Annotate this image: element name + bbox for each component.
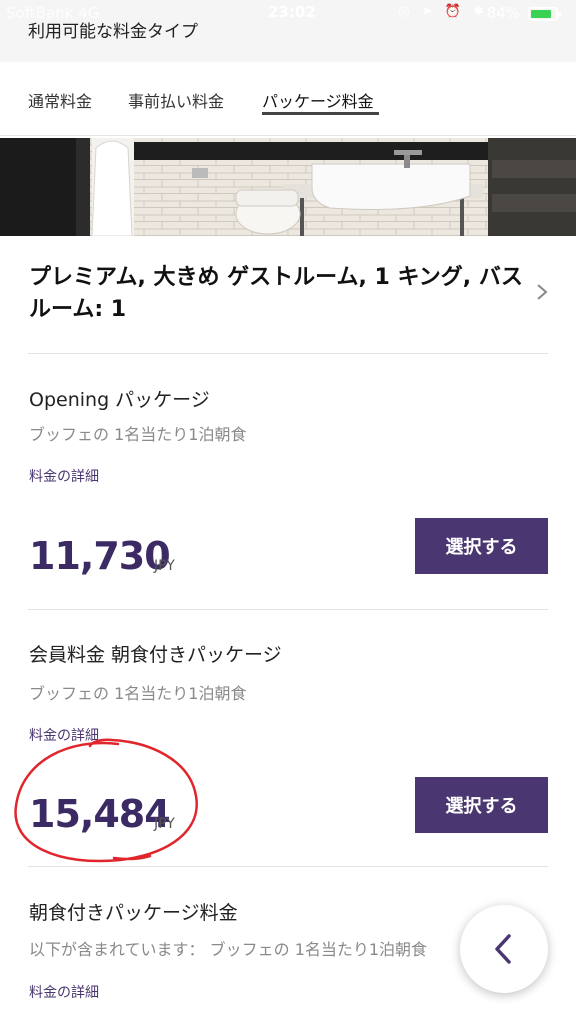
rate-details-link[interactable]: 料金の詳細 (29, 982, 99, 1002)
room-title[interactable]: プレミアム, 大きめ ゲストルーム, 1 キング, バスルーム: 1 (29, 262, 529, 326)
chevron-right-icon[interactable] (535, 282, 549, 302)
rate-details-link[interactable]: 料金の詳細 (29, 725, 99, 745)
battery-percent: 84% (486, 4, 520, 22)
battery-fill (531, 10, 552, 18)
package-price: 15,484 (29, 792, 171, 836)
package-name: 朝食付きパッケージ料金 (29, 902, 238, 924)
battery-icon (528, 7, 561, 21)
rate-tabs: 通常料金 事前払い料金 パッケージ料金 (0, 62, 576, 136)
package-name: Opening パッケージ (29, 389, 210, 411)
rate-details-link[interactable]: 料金の詳細 (29, 466, 99, 486)
tab-prepaid-rate[interactable]: 事前払い料金 (128, 88, 224, 112)
divider (28, 866, 548, 867)
price-currency: JPY (154, 558, 175, 574)
back-fab-button[interactable] (460, 905, 548, 993)
price-currency: JPY (154, 816, 175, 832)
select-button[interactable]: 選択する (415, 518, 548, 574)
select-button[interactable]: 選択する (415, 777, 548, 833)
divider (28, 609, 548, 610)
package-name: 会員料金 朝食付きパッケージ (29, 644, 282, 666)
active-tab-indicator (262, 112, 379, 115)
package-description: 以下が含まれています： ブッフェの 1名当たり1泊朝食 (29, 940, 428, 959)
package-description: ブッフェの 1名当たり1泊朝食 (29, 684, 247, 703)
package-description: ブッフェの 1名当たり1泊朝食 (29, 425, 247, 444)
status-time: 23:02 (268, 3, 316, 21)
tab-regular-rate[interactable]: 通常料金 (28, 88, 92, 112)
tab-package-rate[interactable]: パッケージ料金 (262, 88, 374, 112)
app-header: SoftBank 4G 23:02 ◎ ➤ ⏰ ✱ 84% 利用可能な料金タイプ (0, 0, 576, 62)
package-price: 11,730 (29, 534, 171, 578)
screen-title: 利用可能な料金タイプ (28, 22, 198, 42)
divider (28, 353, 548, 354)
status-icons: ◎ ➤ ⏰ ✱ (398, 4, 488, 19)
chevron-left-icon (495, 934, 511, 964)
room-photo (0, 138, 576, 236)
bathroom-illustration (0, 138, 576, 236)
